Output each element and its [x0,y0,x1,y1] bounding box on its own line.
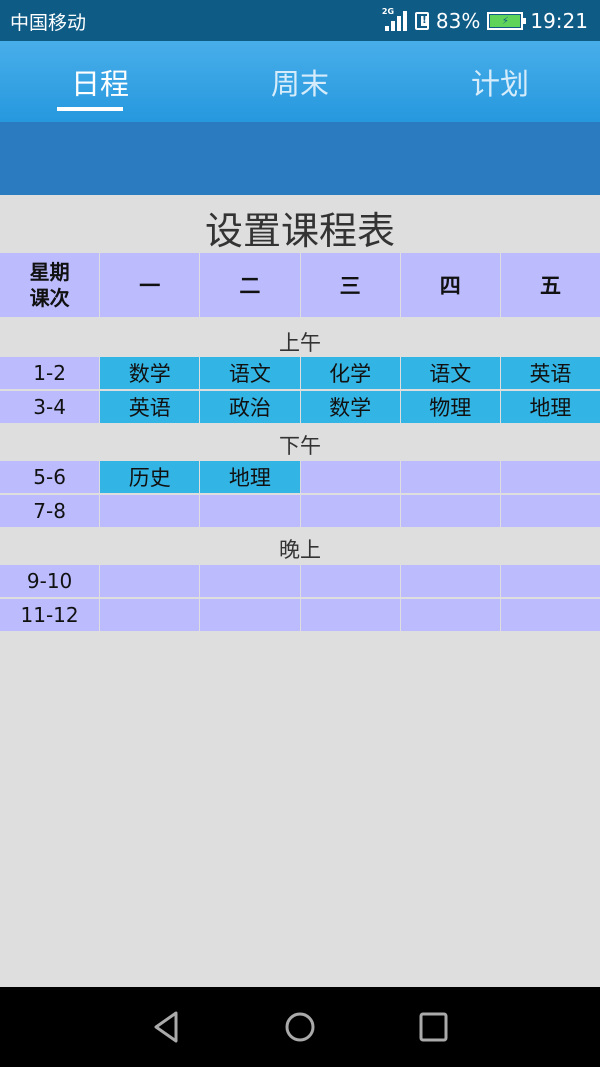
recents-icon[interactable] [416,1009,452,1045]
signal-icon: 2G [381,7,408,33]
status-icons: 2G 83% ⚡ 19:21 [382,6,588,36]
battery-percent: 83% [435,9,481,33]
course-cell[interactable]: 语文 [200,357,300,389]
empty-course-cell[interactable] [200,565,300,597]
course-cell[interactable]: 化学 [300,357,400,389]
empty-course-cell[interactable] [500,599,600,631]
empty-course-cell[interactable] [300,461,400,493]
period-label: 5-6 [0,461,100,493]
empty-course-cell[interactable] [200,599,300,631]
empty-course-cell[interactable] [400,461,500,493]
section-label: 晚上 [279,538,321,562]
course-cell[interactable]: 地理 [200,461,300,493]
sim-card-icon [414,12,429,30]
header-band [0,122,600,195]
active-tab-indicator [57,107,123,111]
course-cell[interactable]: 英语 [500,357,600,389]
empty-course-cell[interactable] [300,495,400,527]
period-label: 9-10 [0,565,100,597]
table-row: 9-10 [0,565,600,597]
back-icon[interactable] [150,1009,186,1045]
table-row: 5-6 历史 地理 [0,461,600,493]
tab-schedule[interactable]: 日程 [0,61,200,103]
empty-course-cell[interactable] [500,461,600,493]
course-cell[interactable]: 英语 [100,391,200,423]
empty-course-cell[interactable] [400,599,500,631]
day-header: 二 [200,253,300,317]
course-cell[interactable]: 数学 [100,357,200,389]
day-header: 三 [300,253,400,317]
empty-course-cell[interactable] [300,599,400,631]
empty-course-cell[interactable] [400,565,500,597]
corner-label-period: 课次 [29,286,70,310]
empty-course-cell[interactable] [300,565,400,597]
navigation-bar [0,987,600,1067]
section-label: 下午 [279,434,321,458]
day-header: 四 [400,253,500,317]
period-label: 11-12 [0,599,100,631]
page-title: 设置课程表 [204,209,395,253]
course-cell[interactable]: 政治 [200,391,300,423]
empty-course-cell[interactable] [100,495,200,527]
corner-label-week: 星期 [29,260,70,284]
period-label: 3-4 [0,391,100,423]
empty-course-cell[interactable] [100,599,200,631]
table-header-row: 星期 课次 一 二 三 四 五 [0,253,600,317]
empty-course-cell[interactable] [500,565,600,597]
course-cell[interactable]: 语文 [400,357,500,389]
table-row: 3-4 英语 政治 数学 物理 地理 [0,391,600,423]
period-label: 1-2 [0,357,100,389]
carrier-name: 中国移动 [10,12,87,34]
day-header: 一 [100,253,200,317]
course-cell[interactable]: 物理 [400,391,500,423]
course-cell[interactable]: 数学 [300,391,400,423]
corner-cell: 星期 课次 [0,253,100,317]
tab-weekend[interactable]: 周末 [200,61,400,103]
status-bar: 中国移动 2G 83% ⚡ 19:21 [0,0,600,41]
network-type: 2G [381,7,395,16]
empty-course-cell[interactable] [500,495,600,527]
empty-course-cell[interactable] [200,495,300,527]
empty-course-cell[interactable] [100,565,200,597]
tab-bar: 日程 周末 计划 [0,41,600,122]
table-row: 7-8 [0,495,600,527]
day-header: 五 [500,253,600,317]
period-label: 7-8 [0,495,100,527]
empty-course-cell[interactable] [400,495,500,527]
course-cell[interactable]: 历史 [100,461,200,493]
home-icon[interactable] [282,1009,318,1045]
course-cell[interactable]: 地理 [500,391,600,423]
battery-charging-icon: ⚡ [487,12,527,30]
tab-plan[interactable]: 计划 [400,61,600,103]
table-row: 1-2 数学 语文 化学 语文 英语 [0,357,600,389]
table-row: 11-12 [0,599,600,631]
section-label: 上午 [279,331,321,355]
clock: 19:21 [530,9,588,33]
